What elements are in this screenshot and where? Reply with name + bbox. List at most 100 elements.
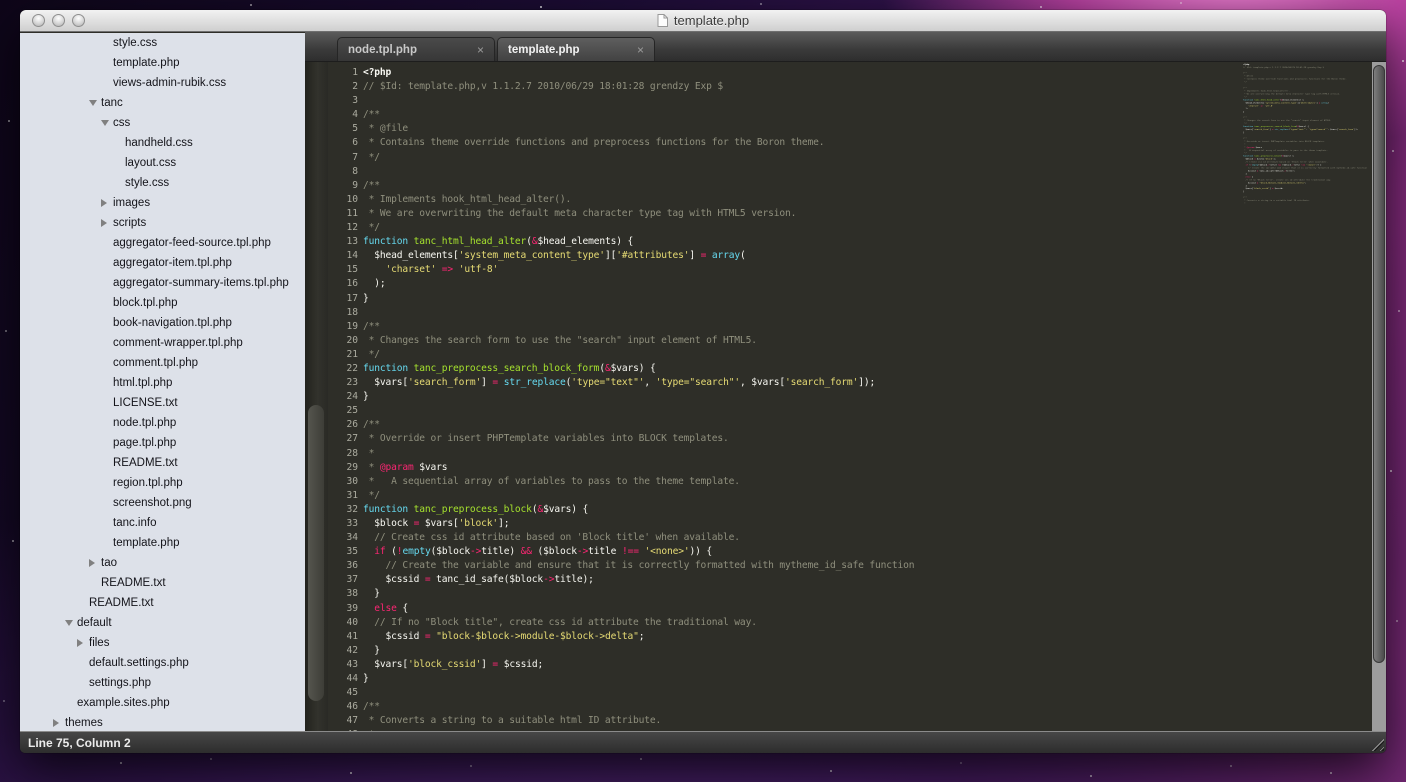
tree-item-label: css <box>113 117 130 129</box>
disclosure-closed-icon[interactable] <box>101 219 107 227</box>
disclosure-closed-icon[interactable] <box>77 639 83 647</box>
tree-item-label: html.tpl.php <box>113 377 172 389</box>
resize-grip-icon[interactable] <box>1368 735 1384 751</box>
sidebar-file-README.txt[interactable]: README.txt <box>20 453 305 473</box>
line-number: 24 <box>328 390 358 404</box>
sidebar-folder-tao[interactable]: tao <box>20 553 305 573</box>
sidebar-file-block.tpl.php[interactable]: block.tpl.php <box>20 293 305 313</box>
code-line: // Create css id attribute based on 'Blo… <box>363 531 1372 545</box>
sidebar-file-example.sites.php[interactable]: example.sites.php <box>20 693 305 713</box>
sidebar-folder-themes[interactable]: themes <box>20 713 305 731</box>
sidebar-folder-files[interactable]: files <box>20 633 305 653</box>
close-button[interactable] <box>32 14 45 27</box>
sidebar-file-tanc.info[interactable]: tanc.info <box>20 513 305 533</box>
sidebar-file-comment.tpl.php[interactable]: comment.tpl.php <box>20 353 305 373</box>
minimap-content: <?php// $Id: template.php,v 1.1.2.7 2010… <box>1243 63 1372 205</box>
sidebar-file-node.tpl.php[interactable]: node.tpl.php <box>20 413 305 433</box>
line-number: 45 <box>328 686 358 700</box>
code-line: $vars['search_form'] = str_replace('type… <box>363 376 1372 390</box>
sidebar-file-page.tpl.php[interactable]: page.tpl.php <box>20 433 305 453</box>
sidebar-file-handheld.css[interactable]: handheld.css <box>20 133 305 153</box>
vertical-scrollbar[interactable] <box>1372 62 1386 731</box>
sidebar-file-style.css[interactable]: style.css <box>20 173 305 193</box>
editor-code-area[interactable]: 1234567891011121314151617181920212223242… <box>328 62 1386 731</box>
sidebar-folder-scripts[interactable]: scripts <box>20 213 305 233</box>
sidebar-folder-images[interactable]: images <box>20 193 305 213</box>
sidebar-file-book-navigation.tpl.php[interactable]: book-navigation.tpl.php <box>20 313 305 333</box>
tree-item-label: handheld.css <box>125 137 193 149</box>
sidebar-file-layout.css[interactable]: layout.css <box>20 153 305 173</box>
sidebar-file-aggregator-feed-source.tpl.php[interactable]: aggregator-feed-source.tpl.php <box>20 233 305 253</box>
code-line: <?php <box>363 66 1372 80</box>
code-line: else { <box>363 602 1372 616</box>
line-number: 15 <box>328 263 358 277</box>
sidebar-file-html.tpl.php[interactable]: html.tpl.php <box>20 373 305 393</box>
sidebar-folder-css[interactable]: css <box>20 113 305 133</box>
code-line: * A sequential array of variables to pas… <box>363 475 1372 489</box>
line-number: 18 <box>328 306 358 320</box>
tree-item-label: README.txt <box>113 457 178 469</box>
tab-close-icon[interactable]: × <box>477 43 484 57</box>
sidebar-file-style.css[interactable]: style.css <box>20 33 305 53</box>
gutter: 1234567891011121314151617181920212223242… <box>328 66 358 731</box>
title-bar[interactable]: template.php <box>20 10 1386 32</box>
sidebar-file-comment-wrapper.tpl.php[interactable]: comment-wrapper.tpl.php <box>20 333 305 353</box>
disclosure-closed-icon[interactable] <box>53 719 59 727</box>
sidebar-file-template.php[interactable]: template.php <box>20 53 305 73</box>
disclosure-open-icon[interactable] <box>101 120 109 126</box>
line-number: 38 <box>328 587 358 601</box>
sidebar-file-settings.php[interactable]: settings.php <box>20 673 305 693</box>
sidebar-folder-default[interactable]: default <box>20 613 305 633</box>
tree-item-label: aggregator-summary-items.tpl.php <box>113 277 289 289</box>
tree-item-label: LICENSE.txt <box>113 397 178 409</box>
tree-item-label: screenshot.png <box>113 497 192 509</box>
line-number: 6 <box>328 136 358 150</box>
line-number: 11 <box>328 207 358 221</box>
code-line: */ <box>363 221 1372 235</box>
tab-label: template.php <box>508 44 580 56</box>
tab-template.php[interactable]: template.php × <box>497 37 655 61</box>
line-number: 25 <box>328 404 358 418</box>
line-number: 32 <box>328 503 358 517</box>
code-line <box>363 686 1372 700</box>
status-bar: Line 75, Column 2 <box>20 731 1386 753</box>
sidebar-scrollbar-thumb[interactable] <box>308 405 324 701</box>
sidebar-file-template.php[interactable]: template.php <box>20 533 305 553</box>
line-number: 21 <box>328 348 358 362</box>
minimize-button[interactable] <box>52 14 65 27</box>
sidebar-file-LICENSE.txt[interactable]: LICENSE.txt <box>20 393 305 413</box>
tree-item-label: layout.css <box>125 157 176 169</box>
disclosure-closed-icon[interactable] <box>89 559 95 567</box>
tree-item-label: tanc <box>101 97 123 109</box>
disclosure-open-icon[interactable] <box>89 100 97 106</box>
tree-item-label: themes <box>65 717 103 729</box>
sidebar-file-README.txt[interactable]: README.txt <box>20 593 305 613</box>
tab-node.tpl.php[interactable]: node.tpl.php× <box>337 37 495 61</box>
code-line: $head_elements['system_meta_content_type… <box>363 249 1372 263</box>
sidebar-file-region.tpl.php[interactable]: region.tpl.php <box>20 473 305 493</box>
tree-item-label: views-admin-rubik.css <box>113 77 226 89</box>
line-number: 9 <box>328 179 358 193</box>
line-number: 41 <box>328 630 358 644</box>
minimap[interactable]: <?php// $Id: template.php,v 1.1.2.7 2010… <box>1243 63 1372 263</box>
zoom-button[interactable] <box>72 14 85 27</box>
code-line: } <box>363 587 1372 601</box>
tree-item-label: settings.php <box>89 677 151 689</box>
line-number: 47 <box>328 714 358 728</box>
sidebar-scrollbar[interactable] <box>305 33 328 731</box>
line-number: 42 <box>328 644 358 658</box>
tab-close-icon[interactable]: × <box>637 43 644 57</box>
disclosure-open-icon[interactable] <box>65 620 73 626</box>
sidebar-file-aggregator-summary-items.tpl.php[interactable]: aggregator-summary-items.tpl.php <box>20 273 305 293</box>
disclosure-closed-icon[interactable] <box>101 199 107 207</box>
code-line: * We are overwriting the default meta ch… <box>363 207 1372 221</box>
sidebar-file-aggregator-item.tpl.php[interactable]: aggregator-item.tpl.php <box>20 253 305 273</box>
sidebar-file-screenshot.png[interactable]: screenshot.png <box>20 493 305 513</box>
line-number: 8 <box>328 165 358 179</box>
sidebar-folder-tanc[interactable]: tanc <box>20 93 305 113</box>
sidebar-file-README.txt[interactable]: README.txt <box>20 573 305 593</box>
sidebar-file-default.settings.php[interactable]: default.settings.php <box>20 653 305 673</box>
vertical-scrollbar-thumb[interactable] <box>1373 65 1385 663</box>
sidebar-file-views-admin-rubik.css[interactable]: views-admin-rubik.css <box>20 73 305 93</box>
sidebar-file-tree[interactable]: style.csstemplate.phpviews-admin-rubik.c… <box>20 33 305 731</box>
